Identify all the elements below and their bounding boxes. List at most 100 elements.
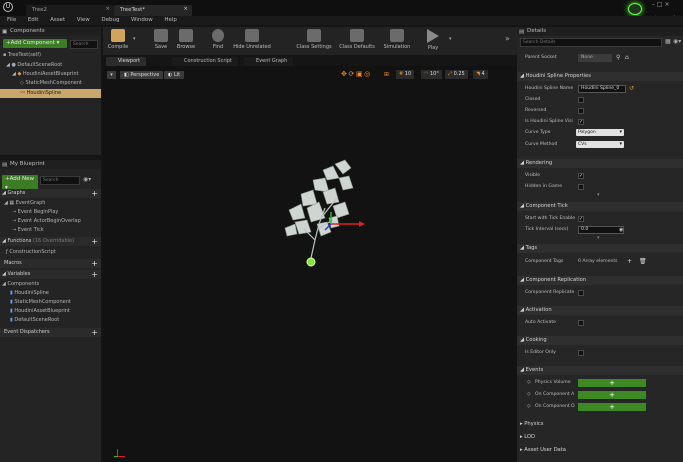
section-tags[interactable]: ◢ Tags	[517, 244, 683, 253]
collapse-arrow-icon[interactable]: ◢	[2, 281, 6, 287]
reversed-checkbox[interactable]	[578, 108, 584, 114]
tree-mesh-preview[interactable]	[273, 158, 383, 270]
auto-activate-checkbox[interactable]	[578, 320, 584, 326]
tab-construction-script[interactable]: Construction Script	[172, 57, 238, 66]
rotation-snap-control[interactable]: ◠ 10°	[421, 70, 442, 79]
spline-point[interactable]	[306, 257, 316, 267]
menu-window[interactable]: Window	[131, 16, 153, 25]
collapse-arrow-icon[interactable]: ◢	[520, 307, 524, 313]
menu-debug[interactable]: Debug	[101, 16, 119, 25]
event-item[interactable]: ➝ Event BeginPlay	[12, 208, 58, 217]
browse-folder-icon[interactable]: ⌂	[625, 53, 629, 63]
closed-checkbox[interactable]	[578, 97, 584, 103]
spline-visible-checkbox[interactable]	[578, 117, 584, 127]
section-asset-user-data[interactable]: ▸ Asset User Data	[517, 446, 683, 455]
self-item[interactable]: ▪ TreeTest(self)	[3, 51, 41, 60]
tree-item-staticmeshcomponent[interactable]: ◇ StaticMeshComponent	[20, 79, 82, 88]
spin-icon[interactable]: ◉	[619, 225, 623, 235]
parent-socket-field[interactable]: None	[578, 54, 612, 62]
tree-item-constructionscript[interactable]: ƒ ConstructionScript	[6, 248, 56, 257]
expand-arrow-icon[interactable]: ▸	[520, 447, 523, 453]
property-matrix-icon[interactable]: ▦	[665, 38, 671, 45]
curve-type-dropdown[interactable]: Polygon	[576, 129, 624, 136]
tick-interval-input[interactable]: 0.0	[578, 226, 624, 234]
components-search-input[interactable]: Search	[70, 40, 98, 49]
unreal-logo-icon[interactable]: U	[3, 2, 13, 12]
expand-advanced-icon[interactable]: ▾	[597, 235, 600, 241]
translate-tool-icon[interactable]: ✥	[341, 70, 347, 78]
add-component-button[interactable]: +Add Component ▾	[3, 39, 67, 48]
tree-item-eventgraph[interactable]: ◢ ▦ EventGraph	[4, 199, 45, 208]
blueprint-search-input[interactable]: Search	[40, 176, 80, 185]
section-graphs[interactable]: ◢ Graphs +	[0, 189, 101, 198]
close-icon[interactable]: ×	[665, 1, 670, 8]
compile-button[interactable]: Compile	[105, 29, 131, 50]
class-settings-button[interactable]: Class Settings	[294, 29, 334, 50]
rotate-tool-icon[interactable]: ⟳	[348, 70, 354, 78]
save-button[interactable]: Save	[149, 29, 173, 50]
add-element-icon[interactable]: +	[627, 257, 632, 267]
add-graph-icon[interactable]: +	[91, 189, 98, 198]
editor-only-checkbox[interactable]	[578, 350, 584, 356]
scale-snap-control[interactable]: ⤢ 0.25	[445, 70, 468, 79]
search-icon[interactable]: ⚲	[616, 53, 620, 63]
section-rendering[interactable]: ◢ Rendering	[517, 159, 683, 168]
menu-asset[interactable]: Asset	[50, 16, 65, 25]
hidden-in-game-checkbox[interactable]	[578, 184, 584, 190]
section-houdini-spline-properties[interactable]: ◢ Houdini Spline Properties	[517, 72, 683, 81]
expand-arrow-icon[interactable]: ◢	[12, 71, 16, 77]
world-space-icon[interactable]: ◎	[364, 70, 370, 78]
tree-item-defaultsceneroot[interactable]: ◢ ● DefaultSceneRoot	[6, 61, 62, 70]
viewport-area[interactable]: ▾ ◧ Perspective ◐ Lit ✥ ⟳ ▣ ◎ ⊞ # 10 ◠ 1…	[103, 66, 517, 462]
reset-to-default-icon[interactable]: ↺	[629, 84, 634, 94]
add-function-icon[interactable]: +	[91, 237, 98, 246]
variable-item[interactable]: ▮ HoudiniAssetBlueprint	[10, 307, 70, 316]
collapse-arrow-icon[interactable]: ◢	[520, 160, 524, 166]
perspective-button[interactable]: ◧ Perspective	[120, 71, 164, 79]
section-activation[interactable]: ◢ Activation	[517, 306, 683, 315]
lit-button[interactable]: ◐ Lit	[164, 71, 185, 79]
menu-view[interactable]: View	[77, 16, 90, 25]
view-options-icon[interactable]: ◉▾	[83, 176, 91, 183]
section-functions[interactable]: ◢ Functions (16 Overridable) +	[0, 237, 101, 246]
start-with-tick-checkbox[interactable]	[578, 214, 584, 224]
component-replicates-checkbox[interactable]	[578, 290, 584, 296]
collapse-arrow-icon[interactable]: ◢	[520, 73, 524, 79]
variable-item[interactable]: ▮ DefaultSceneRoot	[10, 316, 59, 325]
grid-snap-control[interactable]: # 10	[396, 70, 415, 79]
collapse-arrow-icon[interactable]: ◢	[520, 337, 524, 343]
camera-speed-control[interactable]: ◥ 4	[473, 70, 488, 79]
collapse-arrow-icon[interactable]: ◢	[2, 271, 6, 277]
maximize-icon[interactable]: □	[657, 1, 663, 8]
section-variables[interactable]: ◢ Variables +	[0, 270, 101, 279]
details-search-input[interactable]: Search Details	[520, 38, 662, 47]
document-tab-treetest[interactable]: TreeTest* ×	[114, 5, 192, 16]
collapse-arrow-icon[interactable]: ◢	[520, 367, 524, 373]
curve-method-dropdown[interactable]: CVs	[576, 141, 624, 148]
menu-help[interactable]: Help	[164, 16, 177, 25]
tab-viewport[interactable]: Viewport	[106, 57, 147, 66]
add-event-button[interactable]: +	[578, 391, 646, 399]
menu-file[interactable]: File	[7, 16, 16, 25]
play-button[interactable]: Play	[421, 29, 445, 51]
details-view-options-icon[interactable]: ◉▾	[673, 38, 681, 45]
add-event-button[interactable]: +	[578, 379, 646, 387]
collapse-arrow-icon[interactable]: ◢	[2, 238, 6, 244]
tree-item-houdinispline[interactable]: 〰 HoudiniSpline	[0, 89, 101, 98]
simulation-button[interactable]: Simulation	[381, 29, 413, 50]
event-item[interactable]: ➝ Event ActorBeginOverlap	[12, 217, 81, 226]
browse-button[interactable]: Browse	[174, 29, 198, 50]
play-options-icon[interactable]: ▾	[449, 36, 452, 42]
collapse-arrow-icon[interactable]: ◢	[520, 245, 524, 251]
expand-arrow-icon[interactable]: ◢	[6, 62, 10, 68]
section-component-tick[interactable]: ◢ Component Tick	[517, 202, 683, 211]
add-dispatcher-icon[interactable]: +	[91, 328, 98, 337]
components-group[interactable]: ◢ Components	[2, 280, 39, 289]
document-tab-tree2[interactable]: Tree2 ×	[26, 5, 114, 16]
close-icon[interactable]: ×	[105, 6, 110, 12]
add-variable-icon[interactable]: +	[91, 270, 98, 279]
toolbar-overflow-icon[interactable]: »	[505, 34, 510, 43]
minimize-icon[interactable]: –	[652, 1, 655, 8]
collapse-arrow-icon[interactable]: ◢	[2, 190, 6, 196]
tree-item-houdiniassetblueprint[interactable]: ◢ ◆ HoudiniAssetBlueprint	[12, 70, 79, 79]
